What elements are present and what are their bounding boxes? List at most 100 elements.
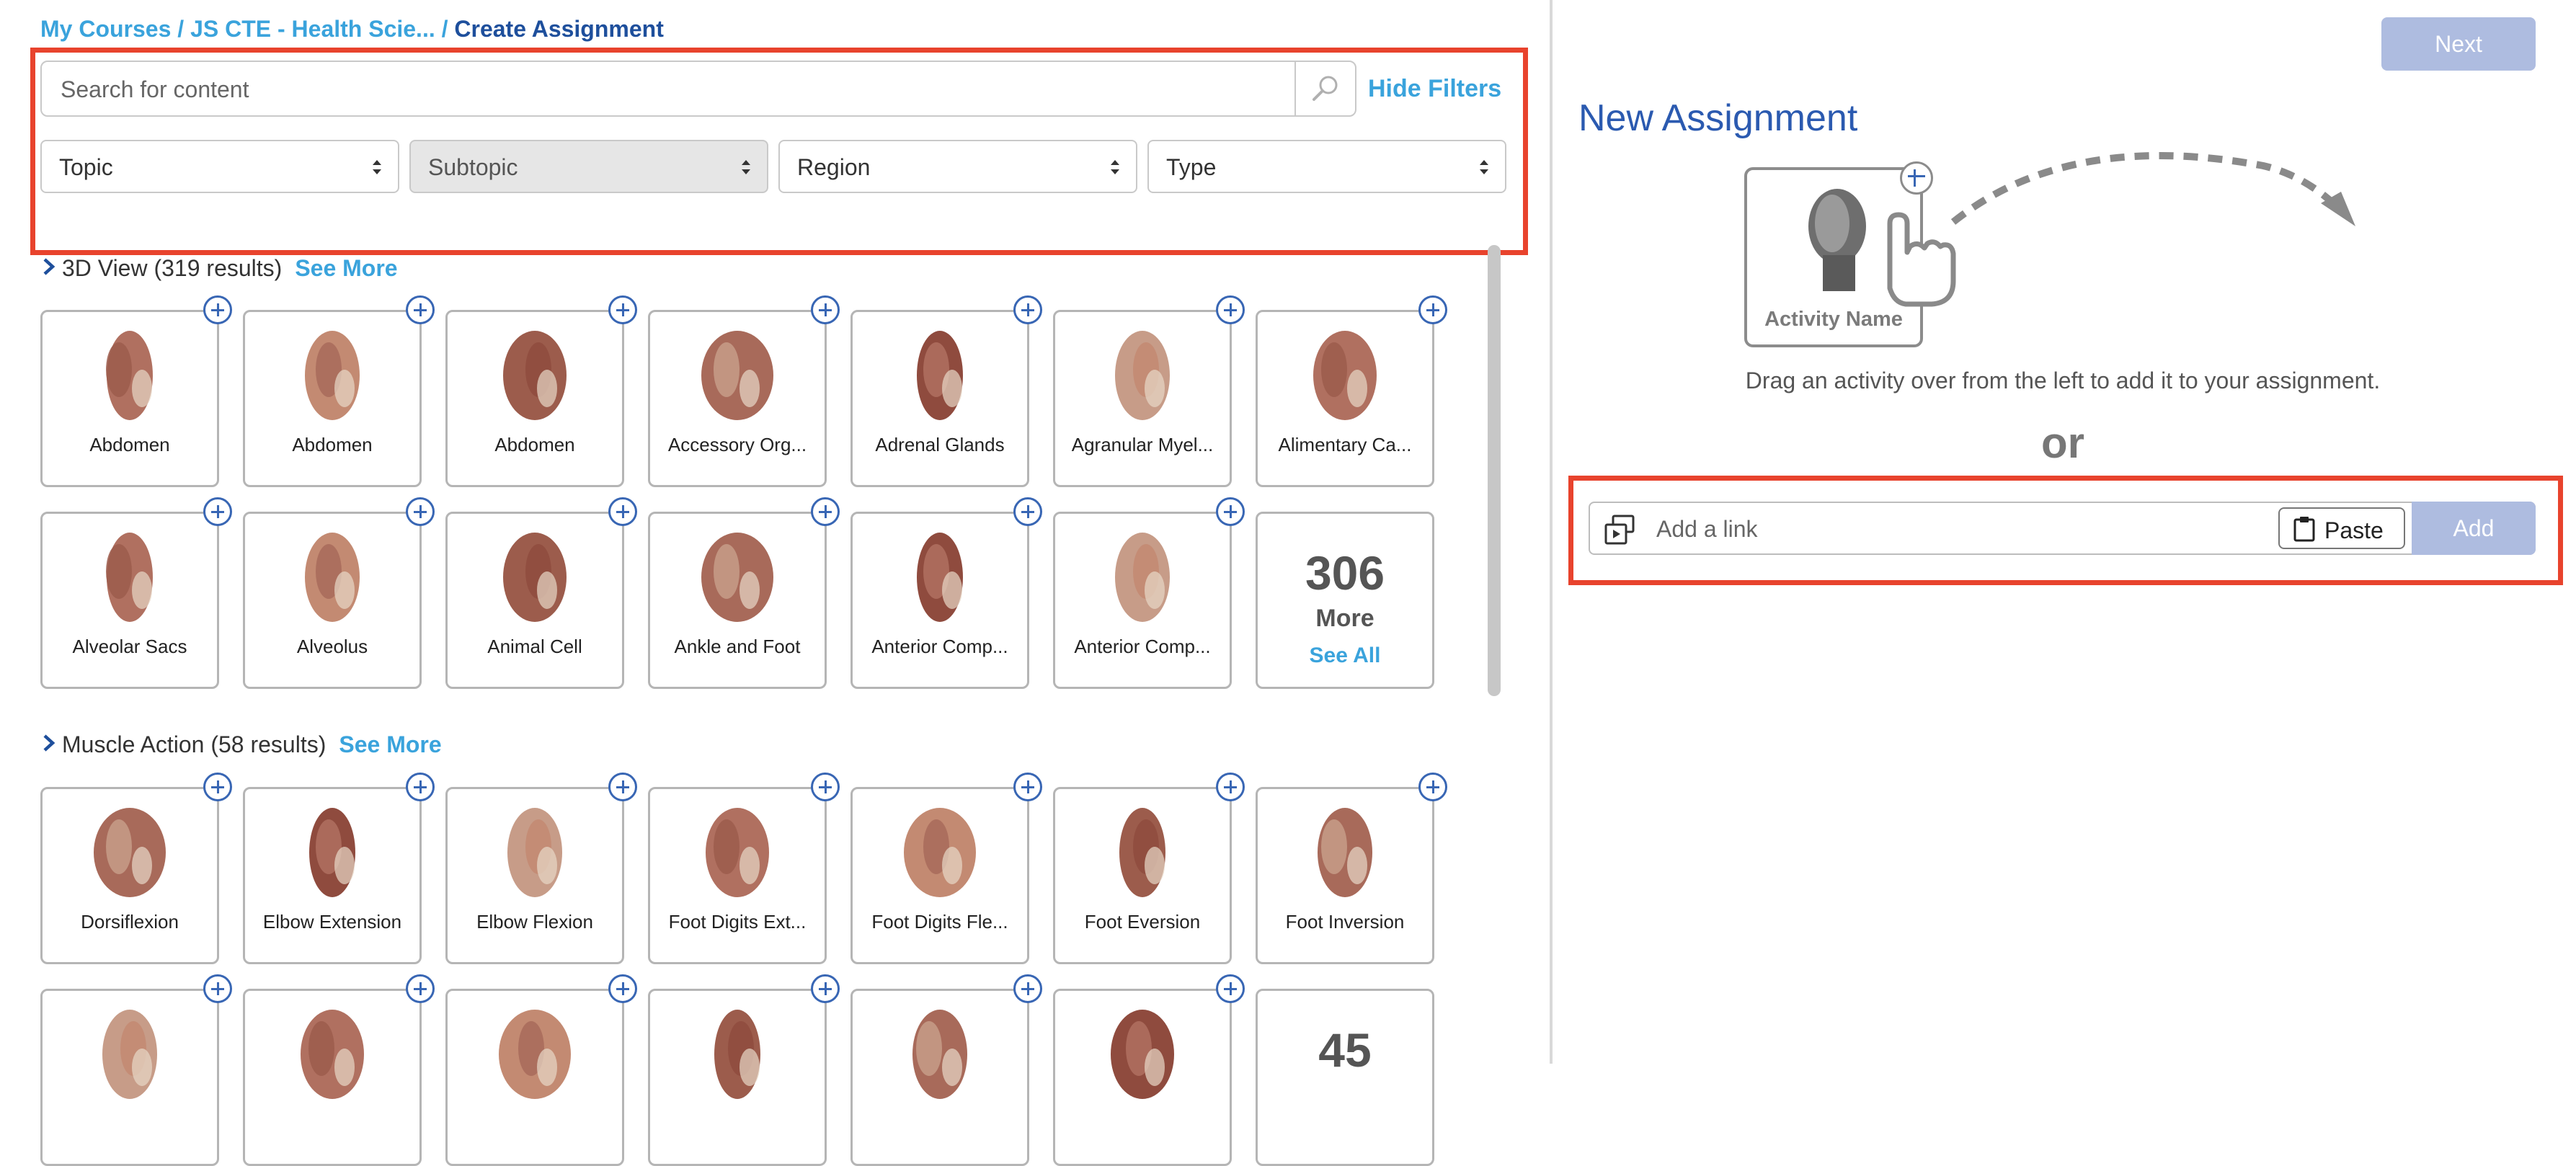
add-to-assignment-icon[interactable] bbox=[1013, 773, 1042, 801]
see-all-link[interactable]: See All bbox=[1258, 644, 1432, 668]
next-button[interactable]: Next bbox=[2381, 17, 2536, 71]
region-select[interactable]: Region bbox=[778, 140, 1137, 193]
add-to-assignment-icon[interactable] bbox=[1216, 773, 1245, 801]
content-card[interactable]: Abdomen bbox=[445, 310, 624, 487]
content-card[interactable]: Anterior Comp... bbox=[1053, 512, 1232, 689]
content-card[interactable] bbox=[243, 989, 422, 1166]
content-card[interactable]: Elbow Flexion bbox=[445, 787, 624, 964]
add-link-button[interactable]: Add bbox=[2412, 502, 2536, 555]
add-to-assignment-icon[interactable] bbox=[406, 773, 435, 801]
add-to-assignment-icon[interactable] bbox=[406, 497, 435, 526]
add-to-assignment-icon[interactable] bbox=[1418, 773, 1447, 801]
content-card[interactable] bbox=[850, 989, 1029, 1166]
content-card-label: Accessory Org... bbox=[667, 434, 807, 455]
paste-button[interactable]: Paste bbox=[2278, 507, 2405, 549]
add-to-assignment-icon[interactable] bbox=[1013, 497, 1042, 526]
add-to-assignment-icon[interactable] bbox=[203, 497, 232, 526]
content-card[interactable]: Foot Digits Ext... bbox=[648, 787, 827, 964]
breadcrumb: My Courses / JS CTE - Health Scie... / C… bbox=[40, 16, 664, 43]
content-card[interactable] bbox=[445, 989, 624, 1166]
anatomy-thumbnail bbox=[309, 808, 355, 897]
breadcrumb-my-courses[interactable]: My Courses bbox=[40, 16, 171, 42]
anatomy-thumbnail bbox=[106, 331, 153, 420]
add-to-assignment-icon[interactable] bbox=[203, 773, 232, 801]
add-to-assignment-icon[interactable] bbox=[608, 295, 637, 324]
content-card[interactable]: Elbow Extension bbox=[243, 787, 422, 964]
region-select-label: Region bbox=[797, 154, 871, 180]
paste-button-label: Paste bbox=[2324, 517, 2384, 543]
search-button[interactable] bbox=[1294, 61, 1355, 117]
content-card[interactable]: Alveolus bbox=[243, 512, 422, 689]
add-to-assignment-icon[interactable] bbox=[608, 974, 637, 1003]
search-input[interactable] bbox=[59, 62, 1287, 117]
breadcrumb-separator: / bbox=[171, 16, 191, 42]
chevron-right-icon[interactable] bbox=[40, 257, 58, 276]
anatomy-thumbnail bbox=[106, 533, 153, 622]
add-to-assignment-icon[interactable] bbox=[203, 974, 232, 1003]
content-card-label: Adrenal Glands bbox=[875, 434, 1005, 455]
add-to-assignment-icon[interactable] bbox=[406, 295, 435, 324]
activity-name-label: Activity Name bbox=[1764, 308, 1903, 331]
add-to-assignment-icon[interactable] bbox=[1216, 497, 1245, 526]
content-card[interactable]: Animal Cell bbox=[445, 512, 624, 689]
anatomy-thumbnail bbox=[714, 1010, 760, 1099]
breadcrumb-course[interactable]: JS CTE - Health Scie... bbox=[190, 16, 435, 42]
content-card[interactable] bbox=[1053, 989, 1232, 1166]
add-to-assignment-icon[interactable] bbox=[1418, 295, 1447, 324]
see-more-link[interactable]: See More bbox=[339, 731, 441, 757]
more-label: More bbox=[1315, 605, 1374, 632]
anatomy-thumbnail bbox=[1318, 808, 1372, 897]
content-card-label: Abdomen bbox=[292, 434, 373, 455]
content-card[interactable]: Alimentary Ca... bbox=[1256, 310, 1434, 487]
content-card[interactable]: Abdomen bbox=[40, 310, 219, 487]
content-card[interactable] bbox=[40, 989, 219, 1166]
chevron-right-icon[interactable] bbox=[40, 734, 58, 752]
scrollbar-thumb[interactable] bbox=[1488, 245, 1501, 696]
content-card-label: Anterior Comp... bbox=[1074, 636, 1211, 657]
add-to-assignment-icon[interactable] bbox=[811, 497, 840, 526]
type-select[interactable]: Type bbox=[1147, 140, 1506, 193]
content-card[interactable]: Foot Digits Fle... bbox=[850, 787, 1029, 964]
add-to-assignment-icon[interactable] bbox=[1013, 974, 1042, 1003]
add-to-assignment-icon[interactable] bbox=[406, 974, 435, 1003]
content-card[interactable]: Anterior Comp... bbox=[850, 512, 1029, 689]
content-card-label: Foot Digits Fle... bbox=[871, 911, 1008, 933]
anatomy-thumbnail bbox=[499, 1010, 571, 1099]
add-to-assignment-icon[interactable] bbox=[811, 773, 840, 801]
more-results-card[interactable]: 45 bbox=[1256, 989, 1434, 1166]
search-icon bbox=[1313, 76, 1338, 101]
subtopic-select[interactable]: Subtopic bbox=[409, 140, 768, 193]
add-to-assignment-icon[interactable] bbox=[608, 497, 637, 526]
add-activity-icon bbox=[1900, 161, 1933, 195]
add-to-assignment-icon[interactable] bbox=[1216, 295, 1245, 324]
content-card-label: Abdomen bbox=[494, 434, 575, 455]
anatomy-thumbnail bbox=[1111, 1010, 1174, 1099]
add-link-input[interactable] bbox=[1655, 503, 2379, 555]
add-to-assignment-icon[interactable] bbox=[811, 974, 840, 1003]
type-select-label: Type bbox=[1166, 154, 1217, 180]
add-to-assignment-icon[interactable] bbox=[811, 295, 840, 324]
see-more-link[interactable]: See More bbox=[295, 255, 397, 281]
content-card[interactable]: Foot Eversion bbox=[1053, 787, 1232, 964]
content-card[interactable]: Agranular Myel... bbox=[1053, 310, 1232, 487]
more-results-card[interactable]: 306 More See All bbox=[1256, 512, 1434, 689]
content-card[interactable]: Accessory Org... bbox=[648, 310, 827, 487]
hide-filters-link[interactable]: Hide Filters bbox=[1368, 75, 1501, 103]
content-card[interactable]: Ankle and Foot bbox=[648, 512, 827, 689]
anatomy-thumbnail bbox=[912, 1010, 967, 1099]
content-card-label: Elbow Flexion bbox=[476, 911, 593, 933]
content-card[interactable]: Foot Inversion bbox=[1256, 787, 1434, 964]
content-card[interactable]: Dorsiflexion bbox=[40, 787, 219, 964]
add-to-assignment-icon[interactable] bbox=[608, 773, 637, 801]
content-card-label: Foot Digits Ext... bbox=[668, 911, 807, 933]
add-to-assignment-icon[interactable] bbox=[1013, 295, 1042, 324]
add-to-assignment-icon[interactable] bbox=[203, 295, 232, 324]
topic-select[interactable]: Topic bbox=[40, 140, 399, 193]
content-card[interactable] bbox=[648, 989, 827, 1166]
content-card-label: Ankle and Foot bbox=[674, 636, 801, 657]
content-card[interactable]: Abdomen bbox=[243, 310, 422, 487]
select-arrows-icon bbox=[1480, 160, 1488, 174]
content-card[interactable]: Adrenal Glands bbox=[850, 310, 1029, 487]
content-card[interactable]: Alveolar Sacs bbox=[40, 512, 219, 689]
add-to-assignment-icon[interactable] bbox=[1216, 974, 1245, 1003]
